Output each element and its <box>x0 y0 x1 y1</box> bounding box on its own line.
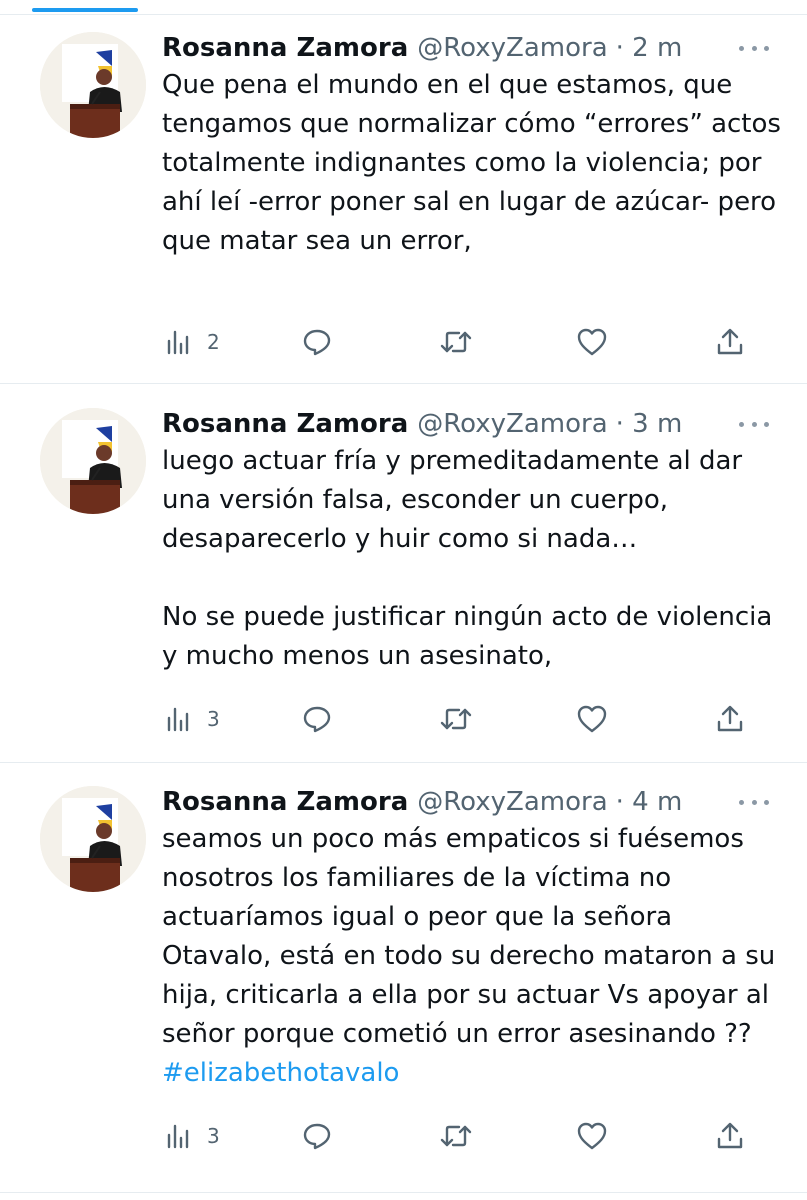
tweet-text: seamos un poco más empaticos si fuésemos… <box>162 820 782 1093</box>
reply-icon <box>302 1121 332 1151</box>
tweet-body: Que pena el mundo en el que estamos, que… <box>162 70 790 256</box>
retweet-button[interactable] <box>440 322 472 362</box>
divider <box>0 1192 807 1193</box>
views-icon <box>165 328 193 356</box>
tweet[interactable]: Rosanna Zamora @RoxyZamora · 2 m Que pen… <box>0 30 807 385</box>
reply-icon <box>302 704 332 734</box>
tweet-header: Rosanna Zamora @RoxyZamora · 3 m <box>162 406 787 442</box>
tweet-header: Rosanna Zamora @RoxyZamora · 4 m <box>162 784 787 820</box>
like-button[interactable] <box>576 699 608 739</box>
reply-button[interactable] <box>302 1116 332 1156</box>
tweet-actions: 3 <box>0 699 807 739</box>
timestamp[interactable]: · 3 m <box>616 409 683 439</box>
reply-button[interactable] <box>302 322 332 362</box>
avatar[interactable] <box>40 786 146 892</box>
views-icon <box>165 1122 193 1150</box>
author-handle[interactable]: @RoxyZamora <box>417 787 607 817</box>
timestamp[interactable]: · 2 m <box>616 33 683 63</box>
share-icon <box>716 1121 744 1151</box>
active-tab-indicator <box>32 8 138 12</box>
divider <box>0 14 807 15</box>
views-count: 2 <box>207 330 220 354</box>
views-button[interactable]: 2 <box>165 322 220 362</box>
avatar[interactable] <box>40 408 146 514</box>
retweet-button[interactable] <box>440 1116 472 1156</box>
tweet-text: Que pena el mundo en el que estamos, que… <box>162 66 782 261</box>
share-button[interactable] <box>716 322 744 362</box>
views-button[interactable]: 3 <box>165 1116 220 1156</box>
share-icon <box>716 704 744 734</box>
tweet-body: seamos un poco más empaticos si fuésemos… <box>162 824 784 1049</box>
author-name[interactable]: Rosanna Zamora <box>162 409 408 439</box>
avatar[interactable] <box>40 32 146 138</box>
more-icon[interactable] <box>739 38 769 58</box>
author-handle[interactable]: @RoxyZamora <box>417 409 607 439</box>
like-icon <box>576 704 608 734</box>
share-button[interactable] <box>716 1116 744 1156</box>
reply-button[interactable] <box>302 699 332 739</box>
tweet-text: luego actuar fría y premeditadamente al … <box>162 442 782 676</box>
share-button[interactable] <box>716 699 744 739</box>
tweet[interactable]: Rosanna Zamora @RoxyZamora · 4 m seamos … <box>0 784 807 1200</box>
tweet-actions: 3 <box>0 1116 807 1156</box>
views-count: 3 <box>207 707 220 731</box>
author-handle[interactable]: @RoxyZamora <box>417 33 607 63</box>
author-name[interactable]: Rosanna Zamora <box>162 33 408 63</box>
retweet-icon <box>440 327 472 357</box>
retweet-icon <box>440 704 472 734</box>
tweet-header: Rosanna Zamora @RoxyZamora · 2 m <box>162 30 787 66</box>
share-icon <box>716 327 744 357</box>
retweet-button[interactable] <box>440 699 472 739</box>
like-button[interactable] <box>576 322 608 362</box>
author-name[interactable]: Rosanna Zamora <box>162 787 408 817</box>
views-count: 3 <box>207 1124 220 1148</box>
like-button[interactable] <box>576 1116 608 1156</box>
tweet-actions: 2 <box>0 322 807 362</box>
hashtag-link[interactable]: #elizabethotavalo <box>162 1058 399 1088</box>
divider <box>0 762 807 763</box>
like-icon <box>576 327 608 357</box>
views-icon <box>165 705 193 733</box>
retweet-icon <box>440 1121 472 1151</box>
divider <box>0 383 807 384</box>
timestamp[interactable]: · 4 m <box>616 787 683 817</box>
views-button[interactable]: 3 <box>165 699 220 739</box>
like-icon <box>576 1121 608 1151</box>
tweet[interactable]: Rosanna Zamora @RoxyZamora · 3 m luego a… <box>0 406 807 763</box>
reply-icon <box>302 327 332 357</box>
more-icon[interactable] <box>739 792 769 812</box>
tweet-body: luego actuar fría y premeditadamente al … <box>162 446 773 671</box>
more-icon[interactable] <box>739 414 769 434</box>
